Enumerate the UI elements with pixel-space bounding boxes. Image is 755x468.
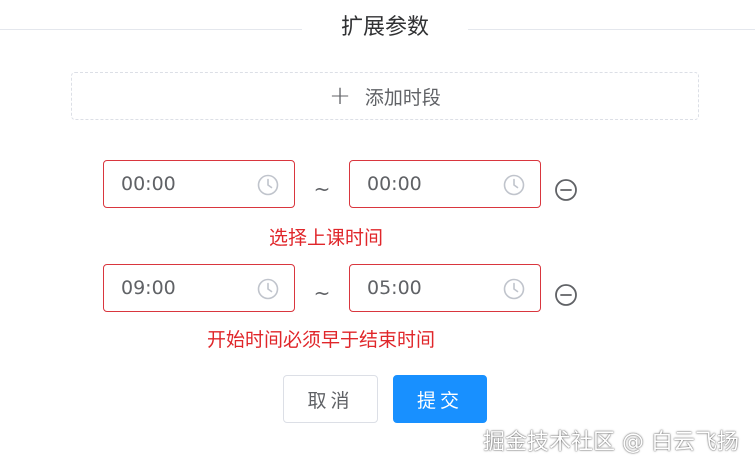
period-2-start-value: 09:00	[121, 277, 176, 299]
add-period-button[interactable]: + 添加时段	[71, 72, 699, 120]
period-2-end-value: 05:00	[367, 277, 422, 299]
remove-circle-icon[interactable]	[554, 178, 578, 202]
divider-right	[468, 29, 755, 30]
section-title: 扩展参数	[302, 10, 468, 46]
remove-circle-icon[interactable]	[554, 283, 578, 307]
range-separator: ~	[313, 281, 331, 305]
clock-icon	[257, 278, 279, 300]
cancel-button[interactable]: 取消	[283, 375, 378, 423]
range-separator: ~	[313, 177, 331, 201]
watermark-text: 掘金技术社区 @ 白云飞扬	[483, 430, 739, 455]
period-1-end-input[interactable]: 00:00	[349, 160, 541, 208]
period-1-error: 选择上课时间	[269, 227, 384, 249]
submit-button[interactable]: 提交	[393, 375, 487, 423]
period-1-end-value: 00:00	[367, 173, 422, 195]
period-2-error: 开始时间必须早于结束时间	[207, 329, 436, 351]
period-1-start-input[interactable]: 00:00	[103, 160, 295, 208]
period-1-start-value: 00:00	[121, 173, 176, 195]
clock-icon	[257, 174, 279, 196]
plus-icon: +	[329, 81, 351, 111]
add-period-label: 添加时段	[364, 86, 441, 109]
period-2-start-input[interactable]: 09:00	[103, 264, 295, 312]
clock-icon	[503, 174, 525, 196]
divider-left	[0, 29, 302, 30]
clock-icon	[503, 278, 525, 300]
period-2-end-input[interactable]: 05:00	[349, 264, 541, 312]
